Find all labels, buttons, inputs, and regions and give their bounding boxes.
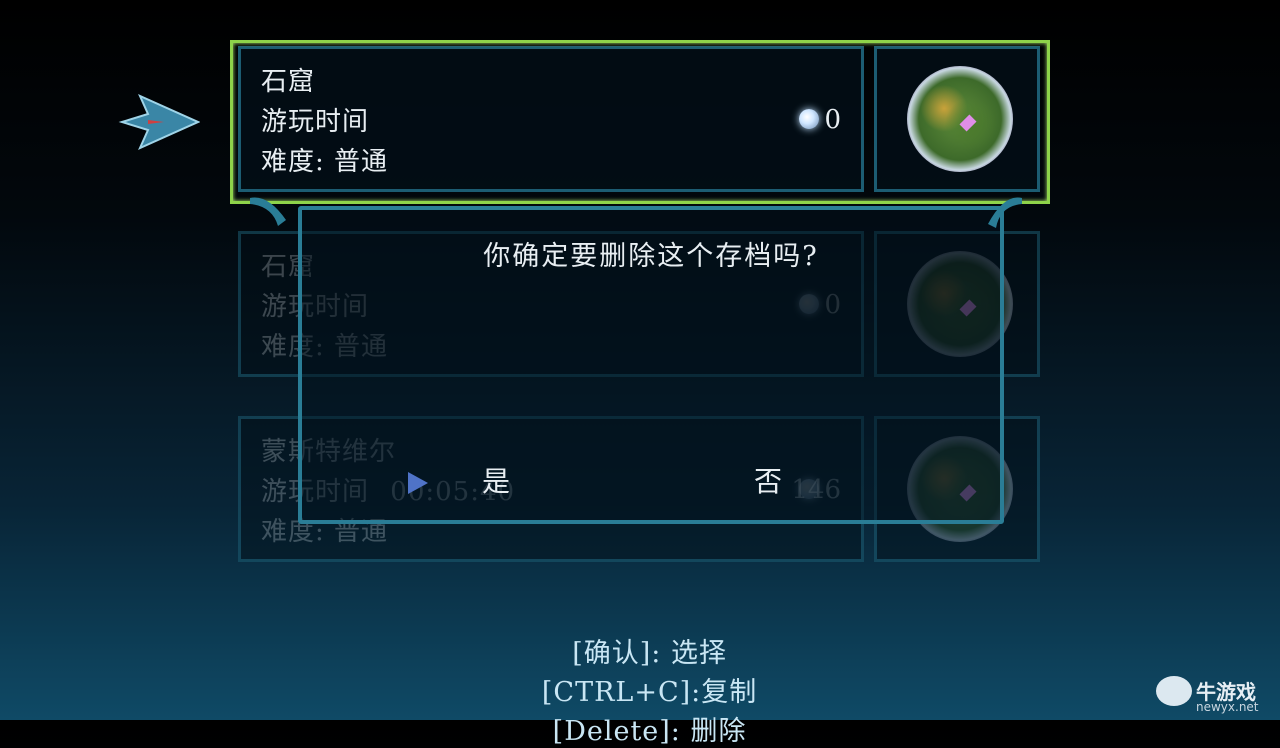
- yes-button[interactable]: 是: [482, 460, 510, 500]
- selection-cursor-icon: [118, 94, 200, 150]
- selection-highlight: [230, 40, 1050, 204]
- help-copy: [CTRL+C]:复制: [541, 677, 758, 708]
- dialog-corner-ornament-icon: [250, 197, 286, 226]
- dialog-question: 你确定要删除这个存档吗?: [483, 241, 819, 272]
- help-delete: [Delete]: 删除: [552, 716, 747, 747]
- watermark-logo-icon: [1156, 676, 1192, 706]
- watermark: 牛游戏 newyx.net: [1156, 676, 1276, 716]
- dialog-corner-ornament-icon: [988, 197, 1022, 228]
- delete-confirm-dialog: 你确定要删除这个存档吗? 是 否: [298, 206, 1004, 524]
- no-button[interactable]: 否: [754, 460, 782, 500]
- controls-help-bar: [确认]: 选择 [CTRL+C]:复制 [Delete]: 删除: [0, 600, 1280, 748]
- watermark-url: newyx.net: [1196, 700, 1259, 714]
- help-confirm: [确认]: 选择: [572, 638, 727, 669]
- option-pointer-icon: [408, 472, 428, 494]
